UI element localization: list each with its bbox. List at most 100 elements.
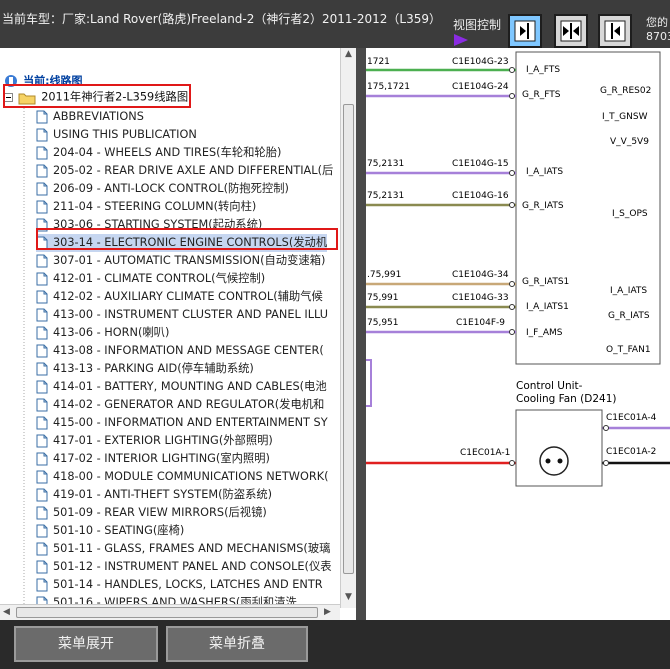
pin-left-5: G_R_IATS1 — [522, 277, 569, 287]
wire-label-7: 75,951 — [367, 318, 399, 328]
pane-divider[interactable] — [356, 48, 366, 620]
pin-left-4: G_R_IATS — [522, 201, 564, 211]
fan-title-1: Control Unit- — [516, 380, 583, 392]
document-icon — [36, 128, 48, 142]
document-icon — [36, 272, 48, 286]
tree-item[interactable]: 211-04 - STEERING COLUMN(转向柱) — [36, 198, 256, 216]
document-icon — [36, 380, 48, 394]
document-icon — [36, 524, 48, 538]
document-icon — [36, 542, 48, 556]
tree-item[interactable]: 415-00 - INFORMATION AND ENTERTAINMENT S… — [36, 414, 328, 432]
split-arrows-icon — [560, 20, 582, 42]
tree-item-label: 414-01 - BATTERY, MOUNTING AND CABLES(电池 — [53, 380, 327, 393]
view-control-label: 视图控制 — [453, 18, 502, 32]
tree-item[interactable]: 501-11 - GLASS, FRAMES AND MECHANISMS(玻璃 — [36, 540, 330, 558]
corner-info: 您的 8703 — [646, 16, 670, 43]
tree-item[interactable]: 417-01 - EXTERIOR LIGHTING(外部照明) — [36, 432, 273, 450]
view-left-pane-button[interactable] — [508, 14, 542, 48]
tree-vertical-scrollbar[interactable]: ▲ ▼ — [340, 48, 357, 608]
scroll-left-icon[interactable]: ◀ — [3, 607, 10, 617]
tree-item[interactable]: 417-02 - INTERIOR LIGHTING(室内照明) — [36, 450, 270, 468]
fan-connector-right-1: C1EC01A-4 — [606, 413, 657, 423]
pin-left-2: G_R_FTS — [522, 90, 561, 100]
vehicle-title: 当前车型：厂家:Land Rover(路虎)Freeland-2（神行者2）20… — [2, 12, 442, 26]
collapse-menu-button[interactable]: 菜单折叠 — [166, 626, 308, 662]
view-indicator-icon — [454, 34, 468, 46]
tree-item[interactable]: 413-13 - PARKING AID(停车辅助系统) — [36, 360, 254, 378]
tree-item-label: 205-02 - REAR DRIVE AXLE AND DIFFERENTIA… — [53, 164, 334, 177]
tree-item[interactable]: 204-04 - WHEELS AND TIRES(车轮和轮胎) — [36, 144, 281, 162]
tree-item-label: 413-00 - INSTRUMENT CLUSTER AND PANEL IL… — [53, 308, 328, 321]
pin-right-7: O_T_FAN1 — [606, 345, 651, 355]
fan-connector-left: C1EC01A-1 — [460, 448, 510, 458]
document-icon — [36, 362, 48, 376]
tree-item[interactable]: USING THIS PUBLICATION — [36, 126, 197, 144]
document-icon — [36, 200, 48, 214]
tree-item[interactable]: 414-01 - BATTERY, MOUNTING AND CABLES(电池 — [36, 378, 327, 396]
vertical-scroll-thumb[interactable] — [343, 104, 354, 574]
tree-item-label: 413-13 - PARKING AID(停车辅助系统) — [53, 362, 254, 375]
tree-item[interactable]: 414-02 - GENERATOR AND REGULATOR(发电机和 — [36, 396, 324, 414]
view-split-button[interactable] — [554, 14, 588, 48]
tree-item-label: 501-11 - GLASS, FRAMES AND MECHANISMS(玻璃 — [53, 542, 331, 555]
connector-label-2: C1E104G-24 — [452, 82, 509, 92]
connector-label-5: C1E104G-34 — [452, 270, 509, 280]
tree-item[interactable]: 413-06 - HORN(喇叭) — [36, 324, 169, 342]
tree-item[interactable]: 205-02 - REAR DRIVE AXLE AND DIFFERENTIA… — [36, 162, 333, 180]
scroll-up-icon[interactable]: ▲ — [345, 49, 352, 59]
tree-item-label: 414-02 - GENERATOR AND REGULATOR(发电机和 — [53, 398, 325, 411]
tree-item[interactable]: 412-01 - CLIMATE CONTROL(气候控制) — [36, 270, 265, 288]
pin-right-2: I_T_GNSW — [602, 112, 648, 122]
tree-item-label: 501-09 - REAR VIEW MIRRORS(后视镜) — [53, 506, 267, 519]
fan-title-2: Cooling Fan (D241) — [516, 393, 617, 405]
document-icon — [36, 398, 48, 412]
tree-item[interactable]: 501-09 - REAR VIEW MIRRORS(后视镜) — [36, 504, 267, 522]
tree-item[interactable]: 413-00 - INSTRUMENT CLUSTER AND PANEL IL… — [36, 306, 328, 324]
document-icon — [36, 470, 48, 484]
tree-item[interactable]: 418-00 - MODULE COMMUNICATIONS NETWORK( — [36, 468, 329, 486]
tree-item-label: 419-01 - ANTI-THEFT SYSTEM(防盗系统) — [53, 488, 273, 501]
pin-left-6: I_A_IATS1 — [526, 302, 569, 312]
document-icon — [36, 146, 48, 160]
tree-item-label: 417-02 - INTERIOR LIGHTING(室内照明) — [53, 452, 270, 465]
connector-label-7: C1E104F-9 — [456, 318, 505, 328]
scroll-down-icon[interactable]: ▼ — [345, 592, 352, 602]
root-highlight-box — [3, 84, 191, 108]
document-icon — [36, 290, 48, 304]
scroll-right-icon[interactable]: ▶ — [324, 607, 331, 617]
tree-pane: 当前:线路图 2011年神行者2-L359线路图 ABBREVIATIONS US… — [0, 48, 356, 620]
tree-item[interactable]: 501-10 - SEATING(座椅) — [36, 522, 184, 540]
document-icon — [36, 344, 48, 358]
document-icon — [36, 560, 48, 574]
tree-item[interactable]: 501-14 - HANDLES, LOCKS, LATCHES AND ENT… — [36, 576, 323, 594]
tree-horizontal-scrollbar[interactable]: ◀ ▶ — [0, 604, 340, 621]
expand-menu-button[interactable]: 菜单展开 — [14, 626, 158, 662]
wiring-diagram[interactable]: 1721 175,1721 75,2131 75,2131 .75,991 75… — [363, 48, 670, 620]
document-icon — [36, 182, 48, 196]
tree-item-label: 417-01 - EXTERIOR LIGHTING(外部照明) — [53, 434, 273, 447]
pin-left-3: I_A_IATS — [526, 167, 563, 177]
tree-item[interactable]: ABBREVIATIONS — [36, 108, 144, 126]
tree-item[interactable]: 206-09 - ANTI-LOCK CONTROL(防抱死控制) — [36, 180, 289, 198]
document-icon — [36, 308, 48, 322]
horizontal-scroll-thumb[interactable] — [16, 607, 318, 618]
bottom-bar: 菜单展开 菜单折叠 — [0, 620, 670, 669]
tree-item-label: USING THIS PUBLICATION — [53, 128, 197, 141]
tree-item-label: 204-04 - WHEELS AND TIRES(车轮和轮胎) — [53, 146, 282, 159]
pin-left-7: I_F_AMS — [526, 328, 563, 338]
document-icon — [36, 110, 48, 124]
tree-item-label: 418-00 - MODULE COMMUNICATIONS NETWORK( — [53, 470, 329, 483]
tree-item[interactable]: 501-12 - INSTRUMENT PANEL AND CONSOLE(仪表 — [36, 558, 332, 576]
tree-item[interactable]: 413-08 - INFORMATION AND MESSAGE CENTER( — [36, 342, 324, 360]
fan-connector-right-2: C1EC01A-2 — [606, 447, 656, 457]
tree-item-label: 413-06 - HORN(喇叭) — [53, 326, 170, 339]
document-icon — [36, 488, 48, 502]
tree-item-label: 501-14 - HANDLES, LOCKS, LATCHES AND ENT… — [53, 578, 323, 591]
wire-label-6: 75,991 — [367, 293, 399, 303]
tree-item[interactable]: 307-01 - AUTOMATIC TRANSMISSION(自动变速箱) — [36, 252, 325, 270]
tree-item-label: 211-04 - STEERING COLUMN(转向柱) — [53, 200, 257, 213]
wire-label-4: 75,2131 — [367, 191, 404, 201]
tree-item[interactable]: 419-01 - ANTI-THEFT SYSTEM(防盗系统) — [36, 486, 272, 504]
tree-item[interactable]: 412-02 - AUXILIARY CLIMATE CONTROL(辅助气候 — [36, 288, 323, 306]
view-right-pane-button[interactable] — [598, 14, 632, 48]
